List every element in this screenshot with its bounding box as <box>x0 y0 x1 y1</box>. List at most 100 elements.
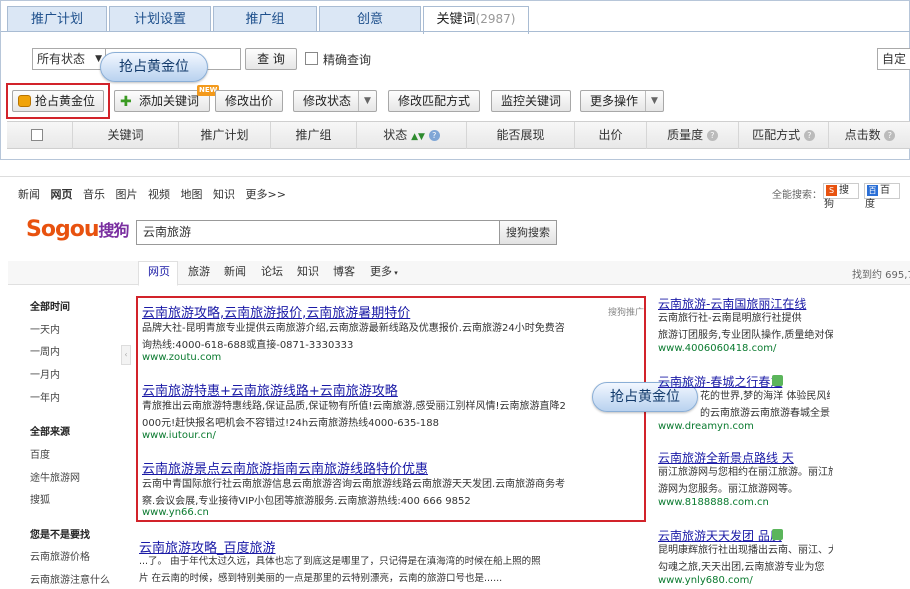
sogou-engine-icon: S <box>826 185 837 196</box>
top-nav: 新闻 网页 音乐 图片 视频 地图 知识 更多>> <box>18 186 286 202</box>
nav-video[interactable]: 视频 <box>148 188 170 201</box>
gold-icon <box>18 95 31 107</box>
query-button[interactable]: 查 询 <box>245 48 297 70</box>
side-ad-desc-line: 云南旅行社-云南昆明旅行社提供 <box>658 313 802 324</box>
ad-title[interactable]: 云南旅游攻略,云南旅游报价,云南旅游暑期特价 <box>142 302 410 321</box>
keyword-count: (2987) <box>475 12 516 26</box>
collapse-sidebar-handle[interactable]: ‹ <box>121 345 131 365</box>
col-match[interactable]: 匹配方式 ? <box>739 122 829 149</box>
help-icon[interactable]: ? <box>803 130 815 141</box>
nav-more[interactable]: 更多>> <box>246 188 286 201</box>
nav-news[interactable]: 新闻 <box>18 188 40 201</box>
modify-match-button[interactable]: 修改匹配方式 <box>388 90 480 112</box>
organic-desc-line: ...了。 由于年代太过久远，具体也忘了到底这是哪里了，只记得是在滇海湾的时候在… <box>139 556 541 567</box>
nav-images[interactable]: 图片 <box>116 188 138 201</box>
gold-position-callout: 抢占黄金位 <box>100 52 208 82</box>
col-plan[interactable]: 推广计划 <box>179 122 271 149</box>
col-bid[interactable]: 出价 <box>575 122 647 149</box>
filter-source-sohu[interactable]: 搜狐 <box>30 491 50 506</box>
search-button[interactable]: 搜狗搜索 <box>499 220 557 245</box>
col-quality-label: 质量度 <box>667 128 704 142</box>
col-keyword[interactable]: 关键词 <box>73 122 179 149</box>
engine-baidu[interactable]: 百百度 <box>864 183 900 210</box>
col-group[interactable]: 推广组 <box>271 122 357 149</box>
tab-plan[interactable]: 推广计划 <box>7 6 107 32</box>
result-count: 找到约 695,7 <box>852 270 910 281</box>
ad-url[interactable]: www.zoutu.com <box>142 352 221 363</box>
nav-music[interactable]: 音乐 <box>83 188 105 201</box>
modify-price-button[interactable]: 修改出价 <box>215 90 283 112</box>
tab-plan-settings[interactable]: 计划设置 <box>109 6 211 32</box>
ad-title[interactable]: 云南旅游景点云南旅游指南云南旅游线路特价优惠 <box>142 458 428 477</box>
col-clicks[interactable]: 点击数 ? <box>829 122 910 149</box>
col-clicks-label: 点击数 <box>844 128 881 142</box>
modify-status-button[interactable]: 修改状态 ▼ <box>293 90 377 112</box>
vtab-news[interactable]: 新闻 <box>224 263 246 279</box>
vtab-knowledge[interactable]: 知识 <box>297 263 319 279</box>
exact-query-label: 精确查询 <box>323 53 372 67</box>
side-ad-url[interactable]: www.4006060418.com/ <box>658 343 776 354</box>
ad-url[interactable]: www.iutour.cn/ <box>142 430 216 441</box>
filter-time-day[interactable]: 一天内 <box>30 321 60 336</box>
chevron-down-icon: ▼ <box>358 91 376 111</box>
vtab-forum[interactable]: 论坛 <box>261 263 283 279</box>
side-ad-url[interactable]: www.ynly680.com/ <box>658 575 753 586</box>
vtab-travel[interactable]: 旅游 <box>188 263 210 279</box>
side-ad-desc-line: 花的世界,梦的海洋 体验民风纯 <box>700 391 830 402</box>
suggest-heading: 您是不是要找 <box>30 530 90 541</box>
suggest-link[interactable]: 云南旅游价格 <box>30 548 90 563</box>
sogou-results-page: 新闻 网页 音乐 图片 视频 地图 知识 更多>> 全能搜索： S 搜狗 百百度 … <box>0 176 910 589</box>
side-ad-desc: 花的世界,梦的海洋 体验民风纯的云南旅游云南旅游春城全景推荐 <box>700 388 830 422</box>
ad-desc-line: 询热线:4000-618-688或直接-0871-3330333 <box>142 340 354 351</box>
suggest-link[interactable]: 云南旅游注意什么 <box>30 571 110 586</box>
side-ad-desc: 昆明康辉旅行社出现播出云南、丽江、大理 勾魂之旅,天天出团,云南旅游专业为您 <box>658 542 833 576</box>
ad-url[interactable]: www.yn66.cn <box>142 507 209 518</box>
filter-source-tuniu[interactable]: 途牛旅游网 <box>30 469 80 484</box>
tab-creative[interactable]: 创意 <box>319 6 421 32</box>
gold-position-button[interactable]: 抢占黄金位 <box>12 90 104 112</box>
add-keyword-button[interactable]: ✚ 添加关键词 <box>114 90 210 112</box>
side-ad-url[interactable]: www.dreamyn.com <box>658 421 754 432</box>
tab-keywords-label: 关键词 <box>436 12 476 27</box>
filter-time-all[interactable]: 全部时间 <box>30 298 70 313</box>
tab-group[interactable]: 推广组 <box>213 6 317 32</box>
filter-source-all[interactable]: 全部来源 <box>30 423 70 438</box>
ad-desc-line: 青旅推出云南旅游特惠线路,保证品质,保证物有所值!云南旅游,感受丽江别样风情!云… <box>142 401 566 412</box>
gold-position-label: 抢占黄金位 <box>34 94 95 108</box>
filter-time-week[interactable]: 一周内 <box>30 343 60 358</box>
col-status-label: 状态 <box>383 128 408 142</box>
sogou-logo[interactable]: Sogou搜狗 <box>26 217 130 242</box>
filter-time-month[interactable]: 一月内 <box>30 366 60 381</box>
exact-query-checkbox[interactable] <box>305 52 318 65</box>
monitor-keyword-button[interactable]: 监控关键词 <box>491 90 571 112</box>
search-input[interactable]: 云南旅游 <box>136 220 500 245</box>
nav-web[interactable]: 网页 <box>51 188 73 201</box>
select-all-checkbox[interactable] <box>31 129 43 141</box>
tab-keywords[interactable]: 关键词(2987) <box>423 6 529 34</box>
organic-desc-line: 片 在云南的时候，感到特别美丽的一点是那里的云特别漂亮，云南的旅游口号也是...… <box>139 573 503 584</box>
logo-cn: 搜狗 <box>98 221 129 240</box>
more-operations-button[interactable]: 更多操作 ▼ <box>580 90 664 112</box>
nav-map[interactable]: 地图 <box>181 188 203 201</box>
sort-icon: ▲▼ <box>411 132 425 142</box>
col-quality[interactable]: 质量度 ? <box>647 122 739 149</box>
engine-sogou[interactable]: S 搜狗 <box>823 183 859 210</box>
vtab-blog[interactable]: 博客 <box>333 263 355 279</box>
vtab-more[interactable]: 更多 ▾ <box>370 263 398 279</box>
filter-source-baidu[interactable]: 百度 <box>30 446 50 461</box>
vtab-web[interactable]: 网页 <box>148 263 170 279</box>
filter-time-year[interactable]: 一年内 <box>30 389 60 404</box>
col-showable[interactable]: 能否展现 <box>467 122 575 149</box>
col-status[interactable]: 状态 ▲▼ ? <box>357 122 467 149</box>
modify-status-label: 修改状态 <box>303 94 352 108</box>
nav-knowledge[interactable]: 知识 <box>213 188 235 201</box>
help-icon[interactable]: ? <box>884 130 896 141</box>
ad-title[interactable]: 云南旅游特惠+云南旅游线路+云南旅游攻略 <box>142 380 398 399</box>
side-ad-url[interactable]: www.8188888.com.cn <box>658 497 769 508</box>
status-select[interactable]: 所有状态 ▼ <box>32 48 106 70</box>
help-icon[interactable]: ? <box>428 130 440 141</box>
side-ad-desc-line: 丽江旅游网与您相约在丽江旅游。丽江旅 <box>658 467 833 478</box>
help-icon[interactable]: ? <box>706 130 718 141</box>
custom-columns-button[interactable]: 自定 <box>877 48 910 70</box>
chevron-down-icon: ▾ <box>392 269 398 277</box>
